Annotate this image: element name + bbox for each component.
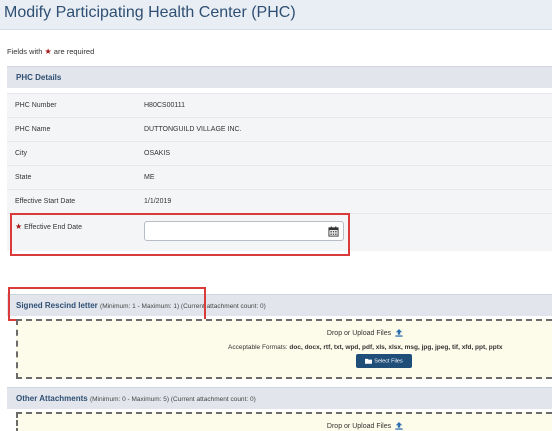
- signed-rescind-title-text: Signed Rescind letter: [16, 301, 98, 310]
- city-label: City: [15, 150, 28, 157]
- upload-icon: [395, 329, 403, 337]
- phc-details-header: PHC Details: [7, 66, 552, 88]
- select-files-button[interactable]: Select Files: [356, 354, 412, 368]
- required-note: Fields with ★ are required: [7, 47, 94, 56]
- signed-rescind-header: Signed Rescind letter (Minimum: 1 - Maxi…: [7, 294, 552, 316]
- phc-name-value: DUTTONGUILD VILLAGE INC.: [144, 126, 242, 133]
- calendar-icon[interactable]: [328, 226, 339, 237]
- required-star-icon: ★: [15, 222, 23, 231]
- phc-number-value: H80CS00111: [144, 102, 185, 109]
- formats-list: doc, docx, rtf, txt, wpd, pdf, xls, xlsx…: [289, 344, 503, 351]
- effective-end-date-row: ★ Effective End Date: [7, 213, 552, 251]
- state-label: State: [15, 174, 32, 181]
- phc-number-label: PHC Number: [15, 102, 57, 109]
- effective-end-date-input[interactable]: [144, 221, 344, 241]
- effective-start-date-label: Effective Start Date: [15, 198, 76, 205]
- required-star-icon: ★: [44, 47, 52, 56]
- signed-rescind-drop-zone[interactable]: Drop or Upload Files Acceptable Formats:…: [16, 319, 552, 379]
- formats-label: Acceptable Formats:: [228, 344, 288, 351]
- signed-rescind-drop-label: Drop or Upload Files: [98, 329, 552, 337]
- other-attachments-title: Other Attachments (Minimum: 0 - Maximum:…: [16, 394, 256, 403]
- effective-end-date-label-text: Effective End Date: [24, 224, 82, 231]
- other-attachments-drop-label: Drop or Upload Files: [98, 422, 552, 430]
- other-attachments-title-text: Other Attachments: [16, 394, 88, 403]
- drop-label-text: Drop or Upload Files: [326, 329, 392, 337]
- page-title: Modify Participating Health Center (PHC): [4, 4, 296, 21]
- state-row: State ME: [7, 165, 552, 189]
- phc-name-label: PHC Name: [15, 126, 51, 133]
- other-attachments-drop-zone[interactable]: Drop or Upload Files: [16, 412, 552, 431]
- required-note-suffix: are required: [53, 47, 95, 56]
- folder-icon: [365, 358, 373, 364]
- other-attachments-meta: (Minimum: 0 - Maximum: 5) (Current attac…: [89, 396, 256, 403]
- acceptable-formats: Acceptable Formats: doc, docx, rtf, txt,…: [228, 344, 503, 351]
- other-attachments-header: Other Attachments (Minimum: 0 - Maximum:…: [7, 387, 552, 409]
- city-row: City OSAKIS: [7, 141, 552, 165]
- city-value: OSAKIS: [144, 150, 171, 157]
- phc-details-title: PHC Details: [16, 73, 62, 82]
- phc-name-row: PHC Name DUTTONGUILD VILLAGE INC.: [7, 117, 552, 141]
- effective-start-date-value: 1/1/2019: [144, 198, 172, 205]
- signed-rescind-title: Signed Rescind letter (Minimum: 1 - Maxi…: [16, 301, 266, 310]
- page-header: Modify Participating Health Center (PHC): [0, 0, 552, 30]
- effective-start-date-row: Effective Start Date 1/1/2019: [7, 189, 552, 213]
- required-note-prefix: Fields with: [7, 47, 43, 56]
- select-files-label: Select Files: [374, 358, 403, 365]
- signed-rescind-meta: (Minimum: 1 - Maximum: 1) (Current attac…: [100, 303, 266, 310]
- state-value: ME: [144, 174, 155, 181]
- drop-label-text: Drop or Upload Files: [326, 422, 392, 430]
- upload-icon: [395, 422, 403, 430]
- effective-end-date-label: ★ Effective End Date: [15, 222, 82, 231]
- phc-number-row: PHC Number H80CS00111: [7, 93, 552, 117]
